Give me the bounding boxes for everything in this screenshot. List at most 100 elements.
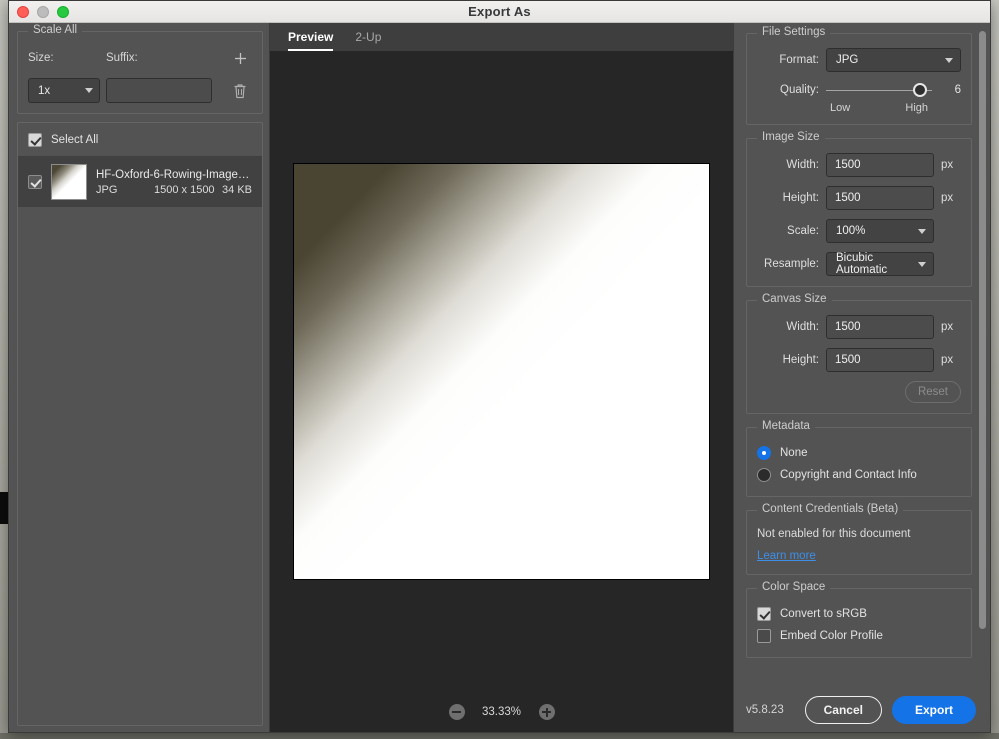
quality-slider-handle[interactable] xyxy=(912,83,927,97)
dialog-footer: v5.8.23 Cancel Export xyxy=(734,688,990,732)
learn-more-link[interactable]: Learn more xyxy=(757,550,816,562)
image-width-unit: px xyxy=(941,159,954,171)
quality-value: 6 xyxy=(954,84,961,96)
scale-all-group: Scale All Size: Suffix: 1x xyxy=(17,24,263,114)
canvas-height-unit: px xyxy=(941,354,954,366)
content-credentials-group: Content Credentials (Beta) Not enabled f… xyxy=(746,503,972,575)
file-item-meta: HF-Oxford-6-Rowing-Image-1a co... JPG 15… xyxy=(96,169,252,196)
image-height-unit: px xyxy=(941,192,954,204)
settings-scroll-area: File Settings Format: JPG Quality: 6 Low… xyxy=(734,23,990,688)
canvas-height-label: Height: xyxy=(782,354,819,366)
window-title: Export As xyxy=(468,4,531,19)
quality-low-label: Low xyxy=(830,102,851,114)
zoom-in-button[interactable] xyxy=(538,704,555,720)
tab-preview[interactable]: Preview xyxy=(288,30,334,51)
preview-image xyxy=(293,163,710,580)
file-item-checkbox[interactable] xyxy=(28,175,42,189)
scale-all-title: Scale All xyxy=(28,24,83,36)
canvas-height-input[interactable] xyxy=(826,348,934,372)
content-credentials-status: Not enabled for this document xyxy=(757,528,911,540)
quality-high-label: High xyxy=(905,102,928,114)
metadata-copyright-label: Copyright and Contact Info xyxy=(780,469,917,481)
metadata-option-none[interactable]: None xyxy=(757,442,961,464)
chevron-down-icon xyxy=(945,57,953,63)
image-height-label: Height: xyxy=(782,192,819,204)
add-size-button[interactable] xyxy=(228,46,252,70)
file-item-dimensions: 1500 x 1500 xyxy=(154,183,215,196)
canvas-width-input[interactable] xyxy=(826,315,934,339)
resample-label: Resample: xyxy=(764,258,819,270)
image-width-input[interactable] xyxy=(826,153,934,177)
zoom-out-button[interactable] xyxy=(448,704,465,720)
file-settings-title: File Settings xyxy=(757,26,831,38)
chevron-down-icon xyxy=(918,261,926,267)
convert-srgb-label: Convert to sRGB xyxy=(780,608,867,620)
settings-panel: File Settings Format: JPG Quality: 6 Low… xyxy=(734,23,990,732)
embed-profile-label: Embed Color Profile xyxy=(780,630,883,642)
resample-value: Bicubic Automatic xyxy=(836,252,888,276)
image-width-label: Width: xyxy=(786,159,819,171)
embed-profile-checkbox[interactable] xyxy=(757,629,771,643)
canvas-size-group: Canvas Size Width: px Height: px Reset xyxy=(746,293,972,414)
left-panel: Scale All Size: Suffix: 1x Select All HF… xyxy=(9,23,269,732)
metadata-option-copyright[interactable]: Copyright and Contact Info xyxy=(757,464,961,486)
size-select-value: 1x xyxy=(38,84,51,97)
image-size-group: Image Size Width: px Height: px Scale: 1… xyxy=(746,131,972,287)
canvas-width-label: Width: xyxy=(786,321,819,333)
file-item-format: JPG xyxy=(96,183,118,196)
convert-srgb-row[interactable]: Convert to sRGB xyxy=(757,603,961,625)
convert-srgb-checkbox[interactable] xyxy=(757,607,771,621)
canvas-size-title: Canvas Size xyxy=(757,293,832,305)
content-credentials-title: Content Credentials (Beta) xyxy=(757,503,904,515)
titlebar: Export As xyxy=(9,1,990,23)
export-button[interactable]: Export xyxy=(891,696,976,724)
format-select-value: JPG xyxy=(836,54,859,66)
file-settings-group: File Settings Format: JPG Quality: 6 Low… xyxy=(746,26,972,125)
host-app-bottom-strip xyxy=(0,733,999,739)
settings-scrollbar[interactable] xyxy=(979,31,986,671)
suffix-input[interactable] xyxy=(106,78,212,103)
cancel-button[interactable]: Cancel xyxy=(804,696,882,724)
preview-stage[interactable] xyxy=(270,51,733,692)
export-as-dialog: Export As Scale All Size: Suffix: 1x Sel… xyxy=(8,0,991,733)
select-all-label: Select All xyxy=(51,133,99,146)
chevron-down-icon xyxy=(918,228,926,234)
delete-size-button[interactable] xyxy=(228,79,252,103)
file-list-empty-area xyxy=(18,207,262,725)
tab-2-up[interactable]: 2-Up xyxy=(355,30,381,51)
size-label: Size: xyxy=(28,52,54,64)
embed-profile-row[interactable]: Embed Color Profile xyxy=(757,625,961,647)
format-select[interactable]: JPG xyxy=(826,48,961,72)
quality-label: Quality: xyxy=(780,84,819,96)
file-item-name: HF-Oxford-6-Rowing-Image-1a co... xyxy=(96,168,252,181)
image-height-input[interactable] xyxy=(826,186,934,210)
zoom-level-label: 33.33% xyxy=(481,706,521,718)
version-label: v5.8.23 xyxy=(746,704,784,716)
file-item-size: 34 KB xyxy=(222,183,252,196)
image-size-title: Image Size xyxy=(757,131,825,143)
preview-tabbar: Preview 2-Up xyxy=(270,23,733,51)
trash-icon xyxy=(234,83,246,98)
resample-select[interactable]: Bicubic Automatic xyxy=(826,252,934,276)
select-all-checkbox[interactable] xyxy=(28,132,42,147)
canvas-reset-button[interactable]: Reset xyxy=(904,381,961,403)
quality-slider[interactable] xyxy=(826,82,932,98)
settings-scrollbar-thumb[interactable] xyxy=(979,31,986,629)
file-list-panel: Select All HF-Oxford-6-Rowing-Image-1a c… xyxy=(17,122,263,726)
radio-icon[interactable] xyxy=(757,468,771,482)
suffix-label: Suffix: xyxy=(106,52,138,64)
preview-panel: Preview 2-Up 33.33% xyxy=(269,23,734,732)
image-scale-select[interactable]: 100% xyxy=(826,219,934,243)
file-thumbnail xyxy=(51,164,87,200)
size-select[interactable]: 1x xyxy=(28,78,100,103)
select-all-row[interactable]: Select All xyxy=(18,123,262,157)
image-scale-value: 100% xyxy=(836,225,866,237)
metadata-title: Metadata xyxy=(757,420,815,432)
dialog-body: Scale All Size: Suffix: 1x Select All HF… xyxy=(9,23,990,732)
image-scale-label: Scale: xyxy=(787,225,819,237)
metadata-group: Metadata None Copyright and Contact Info xyxy=(746,420,972,497)
file-list-item[interactable]: HF-Oxford-6-Rowing-Image-1a co... JPG 15… xyxy=(18,157,262,207)
color-space-title: Color Space xyxy=(757,581,831,593)
radio-icon[interactable] xyxy=(757,446,771,460)
canvas-width-unit: px xyxy=(941,321,954,333)
